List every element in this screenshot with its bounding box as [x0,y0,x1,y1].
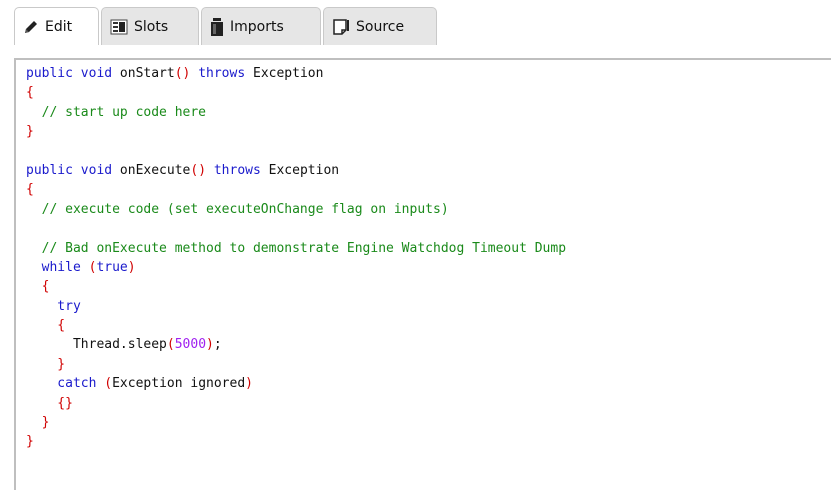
code-line: } [26,122,566,141]
code-token: } [26,356,66,372]
code-line: while (true) [26,258,566,277]
code-token: true [96,259,128,275]
code-token: () [190,162,207,178]
code-token: ( [104,376,113,392]
code-line: // execute code (set executeOnChange fla… [26,200,566,219]
code-token: Exception [260,162,340,178]
code-line: { [26,277,566,296]
code-token: Thread.sleep [26,337,167,353]
code-token: Exception [245,66,324,81]
tab-bar: Edit Slots Imports Source [0,0,831,58]
code-token: () [174,66,191,81]
code-token: throws [206,162,261,178]
code-token: // start up code here [26,104,207,120]
code-token: while [26,259,81,275]
code-token: public void [26,162,113,178]
code-token: { [26,85,34,101]
code-token: ; [213,337,222,353]
code-token: } [26,415,50,431]
code-token: catch [26,376,97,392]
code-line: } [26,432,566,451]
code-token: Exception ignored [112,376,246,392]
code-line: try [26,297,566,316]
tab-imports[interactable]: Imports [201,7,321,45]
code-token: ) [206,337,214,353]
code-token: } [26,434,34,450]
code-token: // Bad onExecute method to demonstrate E… [26,240,567,256]
code-line: // start up code here [26,103,566,122]
tab-edit-label: Edit [45,18,73,35]
source-icon [332,18,350,35]
code-line: public void onStart() throws Exception [26,64,566,83]
code-token: onExecute [112,162,191,178]
tab-source-label: Source [356,18,405,35]
code-line: { [26,316,566,335]
code-token: { [26,279,50,295]
code-line: { [26,180,566,199]
code-token: { [26,318,66,334]
code-token: ) [245,376,253,392]
code-token: try [26,298,81,314]
code-token: // execute code (set executeOnChange fla… [26,201,449,217]
tab-source[interactable]: Source [323,7,437,45]
code-token: 5000 [174,337,207,353]
tab-slots[interactable]: Slots [101,7,199,45]
code-text[interactable]: public void onStart() throws Exception{ … [26,64,566,452]
code-line: catch (Exception ignored) [26,374,566,393]
code-line: {} [26,394,566,413]
code-line: Thread.sleep(5000); [26,335,566,354]
tab-slots-label: Slots [134,18,169,35]
tab-imports-label: Imports [230,18,284,35]
code-line: } [26,413,566,432]
slots-icon [110,19,128,35]
code-token: {} [26,395,73,411]
code-token: throws [190,66,246,81]
pencil-icon [23,19,39,35]
code-token: ( [166,337,175,353]
code-token: public void [26,66,113,81]
code-line: } [26,355,566,374]
code-line: // Bad onExecute method to demonstrate E… [26,239,566,258]
code-token: ) [127,259,136,275]
tab-edit[interactable]: Edit [14,7,99,45]
code-token: { [26,182,34,198]
imports-icon [210,17,224,36]
code-line: public void onExecute() throws Exception [26,161,566,180]
code-line: { [26,83,566,102]
code-editor[interactable]: public void onStart() throws Exception{ … [14,58,831,490]
code-token: } [26,124,34,140]
code-token: onStart [112,66,175,81]
